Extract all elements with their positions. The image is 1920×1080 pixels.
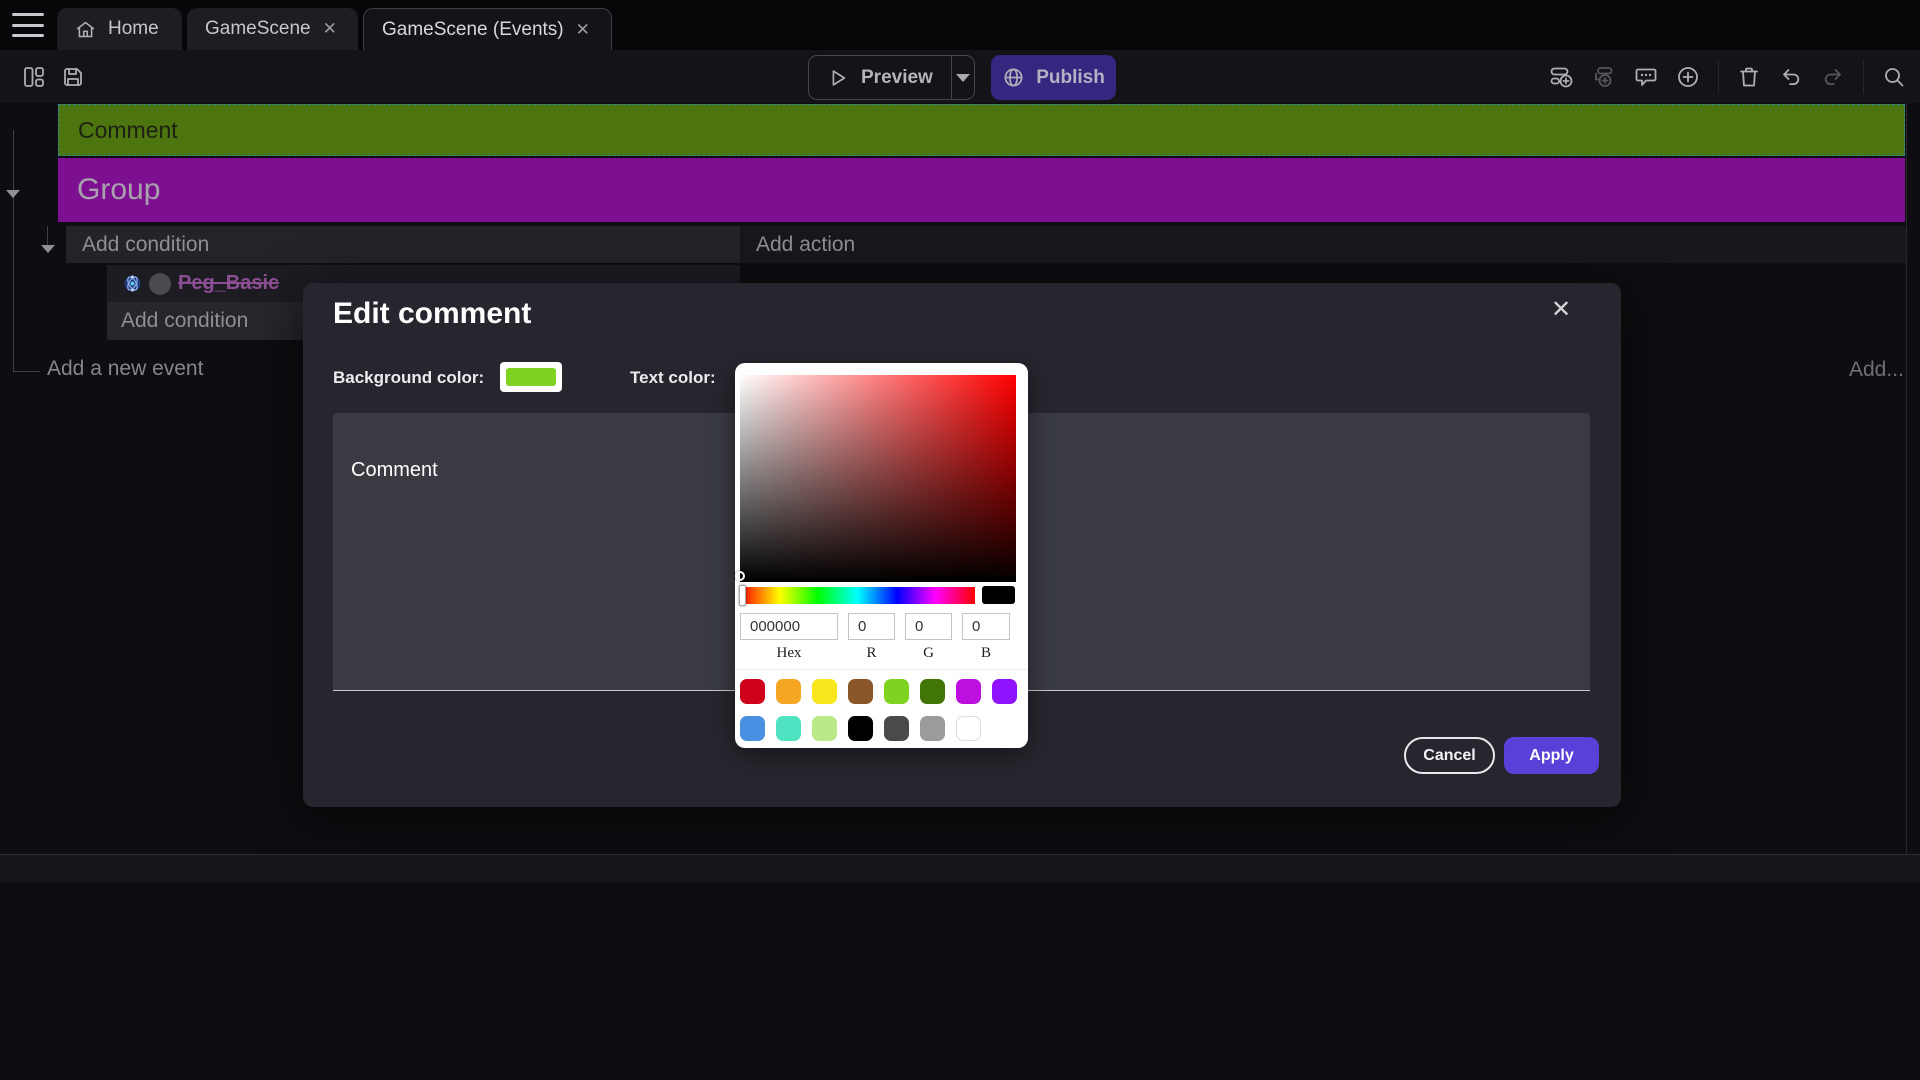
- preset-color-swatch[interactable]: [956, 716, 981, 741]
- tab-home[interactable]: Home: [57, 8, 182, 50]
- tree-line: [47, 226, 48, 246]
- add-action-label: Add action: [740, 233, 855, 257]
- tab-label: GameScene (Events): [382, 19, 564, 41]
- background-color-swatch[interactable]: [500, 362, 562, 392]
- add-condition-button[interactable]: Add condition: [66, 226, 740, 263]
- preset-color-swatch[interactable]: [776, 716, 801, 741]
- preset-swatch-row: [740, 716, 981, 741]
- preset-color-swatch[interactable]: [884, 679, 909, 704]
- preview-button-main[interactable]: Preview: [809, 67, 951, 89]
- undo-icon[interactable]: [1779, 65, 1803, 89]
- preset-color-swatch[interactable]: [920, 679, 945, 704]
- preview-button[interactable]: Preview: [808, 55, 975, 100]
- preset-color-swatch[interactable]: [848, 679, 873, 704]
- add-event-icon[interactable]: [1550, 65, 1574, 89]
- preset-color-swatch[interactable]: [812, 679, 837, 704]
- sheet-border: [1906, 103, 1907, 854]
- preset-color-swatch[interactable]: [740, 679, 765, 704]
- add-subevent-icon[interactable]: [1592, 65, 1616, 89]
- comment-event[interactable]: Comment: [58, 104, 1905, 156]
- add-comment-icon[interactable]: [1634, 65, 1658, 89]
- tree-line: [13, 371, 40, 372]
- green-input[interactable]: [905, 613, 952, 640]
- green-label: G: [905, 645, 952, 662]
- color-picker-popup: Hex R G B: [735, 363, 1028, 748]
- preview-dropdown-button[interactable]: [951, 74, 974, 82]
- add-more-button[interactable]: Add...: [1849, 358, 1904, 382]
- behavior-icon: [123, 274, 142, 293]
- group-event[interactable]: Group: [58, 158, 1905, 222]
- trash-icon[interactable]: [1737, 65, 1761, 89]
- comment-event-label: Comment: [59, 117, 178, 144]
- red-label: R: [848, 645, 895, 662]
- globe-icon: [1002, 66, 1025, 89]
- save-icon[interactable]: [61, 65, 85, 89]
- toolbar-divider: [1718, 60, 1719, 94]
- hue-slider[interactable]: [740, 587, 975, 604]
- play-icon: [827, 67, 849, 89]
- collapse-arrow-icon[interactable]: [6, 190, 20, 198]
- hex-input[interactable]: [740, 613, 838, 640]
- add-new-event-button[interactable]: Add a new event: [47, 357, 203, 381]
- toolbar-divider: [1863, 60, 1864, 94]
- tab-bar: Home GameScene ✕ GameScene (Events) ✕: [0, 0, 1920, 50]
- current-color-preview: [982, 586, 1015, 604]
- apply-button[interactable]: Apply: [1504, 737, 1599, 774]
- collapse-arrow-icon[interactable]: [41, 245, 55, 253]
- background-color-value: [506, 368, 556, 386]
- tab-label: GameScene: [205, 18, 311, 40]
- sheet-bottom-strip: [0, 854, 1920, 882]
- add-condition-label: Add condition: [66, 233, 209, 257]
- add-condition-label: Add condition: [107, 309, 248, 333]
- tab-label: Home: [108, 18, 159, 40]
- saturation-area[interactable]: [740, 375, 1016, 582]
- publish-label: Publish: [1036, 67, 1105, 89]
- saturation-cursor[interactable]: [735, 571, 745, 581]
- publish-button[interactable]: Publish: [991, 55, 1116, 100]
- redo-icon[interactable]: [1821, 65, 1845, 89]
- search-icon[interactable]: [1882, 65, 1906, 89]
- dialog-title: Edit comment: [333, 297, 531, 331]
- tab-close-icon[interactable]: ✕: [323, 19, 337, 39]
- chevron-down-icon: [956, 74, 970, 82]
- events-toolbar-icons: [1550, 58, 1906, 95]
- hue-slider-handle[interactable]: [739, 585, 746, 606]
- preset-color-swatch[interactable]: [920, 716, 945, 741]
- preset-color-swatch[interactable]: [740, 716, 765, 741]
- tree-line: [13, 130, 14, 371]
- preset-color-swatch[interactable]: [848, 716, 873, 741]
- preset-color-swatch[interactable]: [812, 716, 837, 741]
- preset-color-swatch[interactable]: [776, 679, 801, 704]
- add-circle-icon[interactable]: [1676, 65, 1700, 89]
- picker-divider: [735, 669, 1028, 670]
- preset-color-swatch[interactable]: [956, 679, 981, 704]
- panels-icon[interactable]: [22, 65, 46, 89]
- object-thumbnail: [149, 273, 171, 295]
- cancel-button[interactable]: Cancel: [1404, 737, 1495, 774]
- close-icon[interactable]: ✕: [1543, 291, 1579, 327]
- blue-input[interactable]: [962, 613, 1010, 640]
- menu-hamburger-icon[interactable]: [12, 13, 44, 37]
- add-action-button[interactable]: Add action: [740, 226, 1906, 263]
- tab-close-icon[interactable]: ✕: [576, 20, 590, 40]
- preview-label: Preview: [861, 67, 933, 89]
- red-input[interactable]: [848, 613, 895, 640]
- preset-color-swatch[interactable]: [992, 679, 1017, 704]
- preset-color-swatch[interactable]: [884, 716, 909, 741]
- blue-label: B: [962, 645, 1010, 662]
- hex-label: Hex: [740, 645, 838, 662]
- tab-gamescene[interactable]: GameScene ✕: [187, 8, 358, 50]
- home-icon: [75, 19, 96, 40]
- object-name-label: Peg_Basic: [178, 272, 279, 295]
- group-event-label: Group: [58, 173, 160, 207]
- text-color-label: Text color:: [630, 368, 716, 388]
- background-color-label: Background color:: [333, 368, 484, 388]
- preset-swatch-row: [740, 679, 1017, 704]
- tab-gamescene-events[interactable]: GameScene (Events) ✕: [363, 8, 612, 50]
